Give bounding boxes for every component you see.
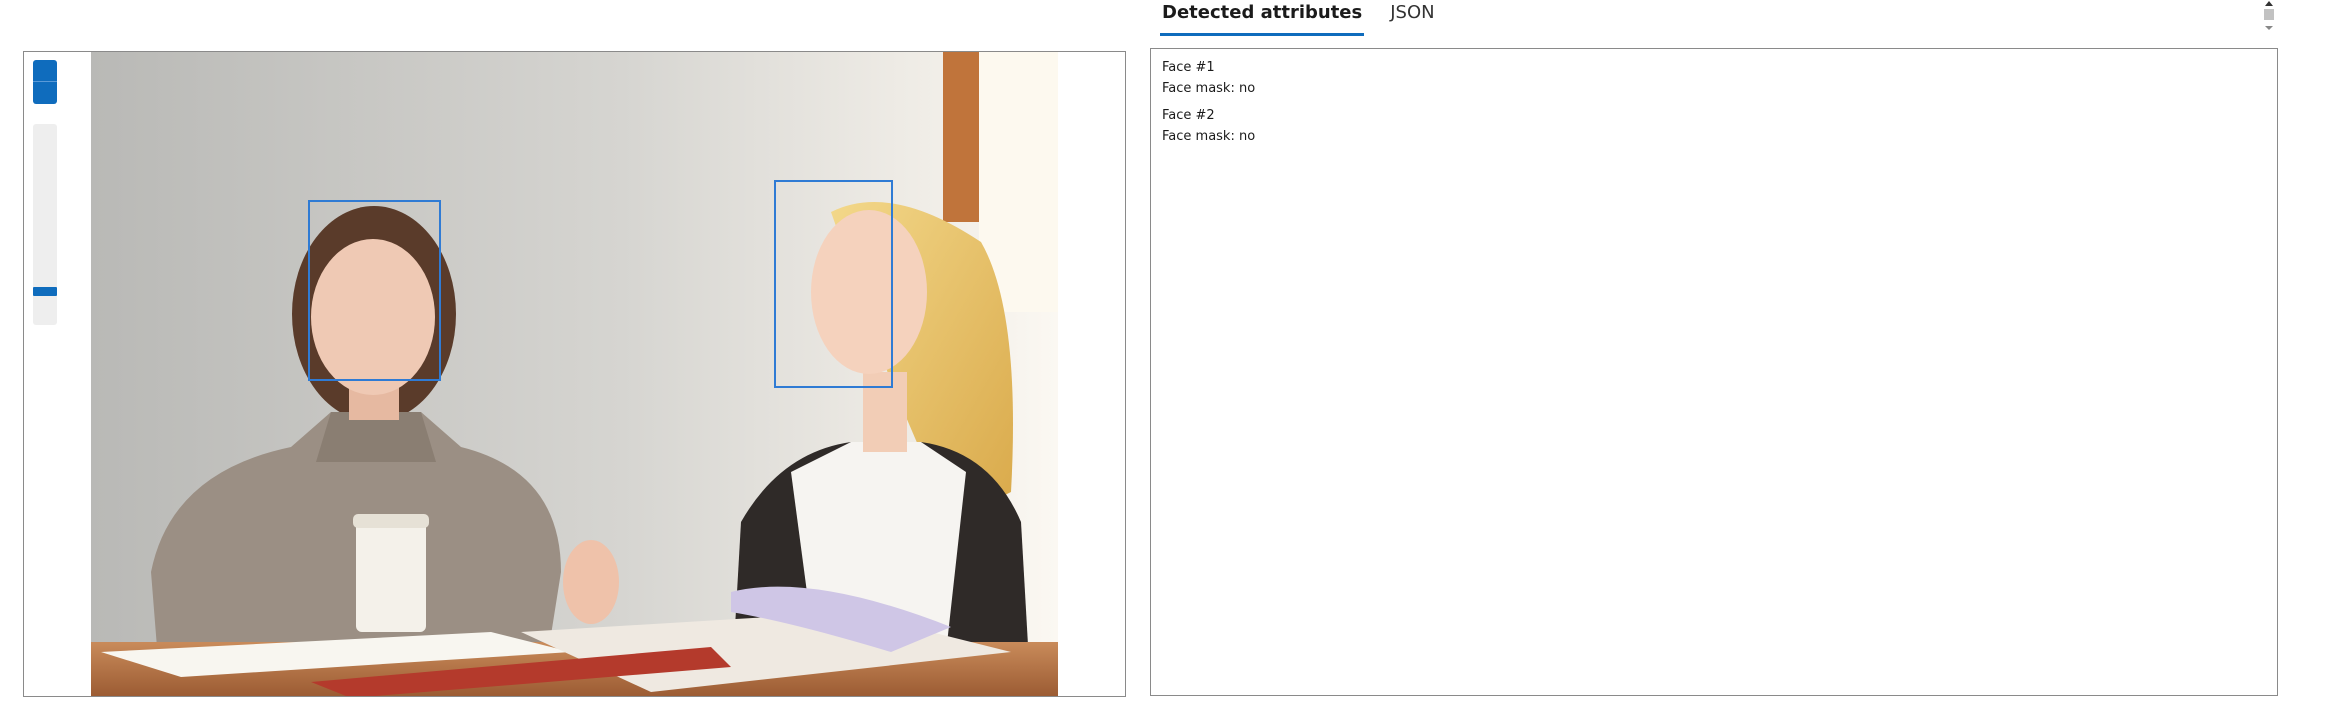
scroll-up-icon[interactable] xyxy=(2265,1,2273,6)
face-box-2[interactable] xyxy=(774,180,893,388)
zoom-slider-thumb[interactable] xyxy=(33,287,57,297)
face-entry-1: Face #1 Face mask: no xyxy=(1162,57,2266,99)
analyzed-photo xyxy=(91,52,1058,696)
results-tabs: Detected attributes JSON xyxy=(1160,0,1461,36)
zoom-out-button[interactable] xyxy=(33,82,57,104)
image-viewer xyxy=(23,51,1126,697)
page-scrollbar[interactable] xyxy=(2263,0,2275,34)
photo-illustration xyxy=(91,52,1058,696)
face-entry-2: Face #2 Face mask: no xyxy=(1162,105,2266,147)
face-attribute: Face mask: no xyxy=(1162,81,1256,96)
zoom-in-button[interactable] xyxy=(33,60,57,82)
tab-detected-attributes[interactable]: Detected attributes xyxy=(1160,0,1365,36)
detected-attributes-panel: Face #1 Face mask: no Face #2 Face mask:… xyxy=(1150,48,2278,696)
scroll-down-icon[interactable] xyxy=(2265,26,2273,30)
face-title: Face #1 xyxy=(1162,60,1215,75)
tab-json[interactable]: JSON xyxy=(1388,0,1436,33)
zoom-slider[interactable] xyxy=(33,124,57,325)
scrollbar-thumb[interactable] xyxy=(2264,9,2274,20)
face-attribute: Face mask: no xyxy=(1162,129,1256,144)
face-title: Face #2 xyxy=(1162,108,1215,123)
face-box-1[interactable] xyxy=(308,200,441,381)
zoom-controls xyxy=(33,60,57,104)
